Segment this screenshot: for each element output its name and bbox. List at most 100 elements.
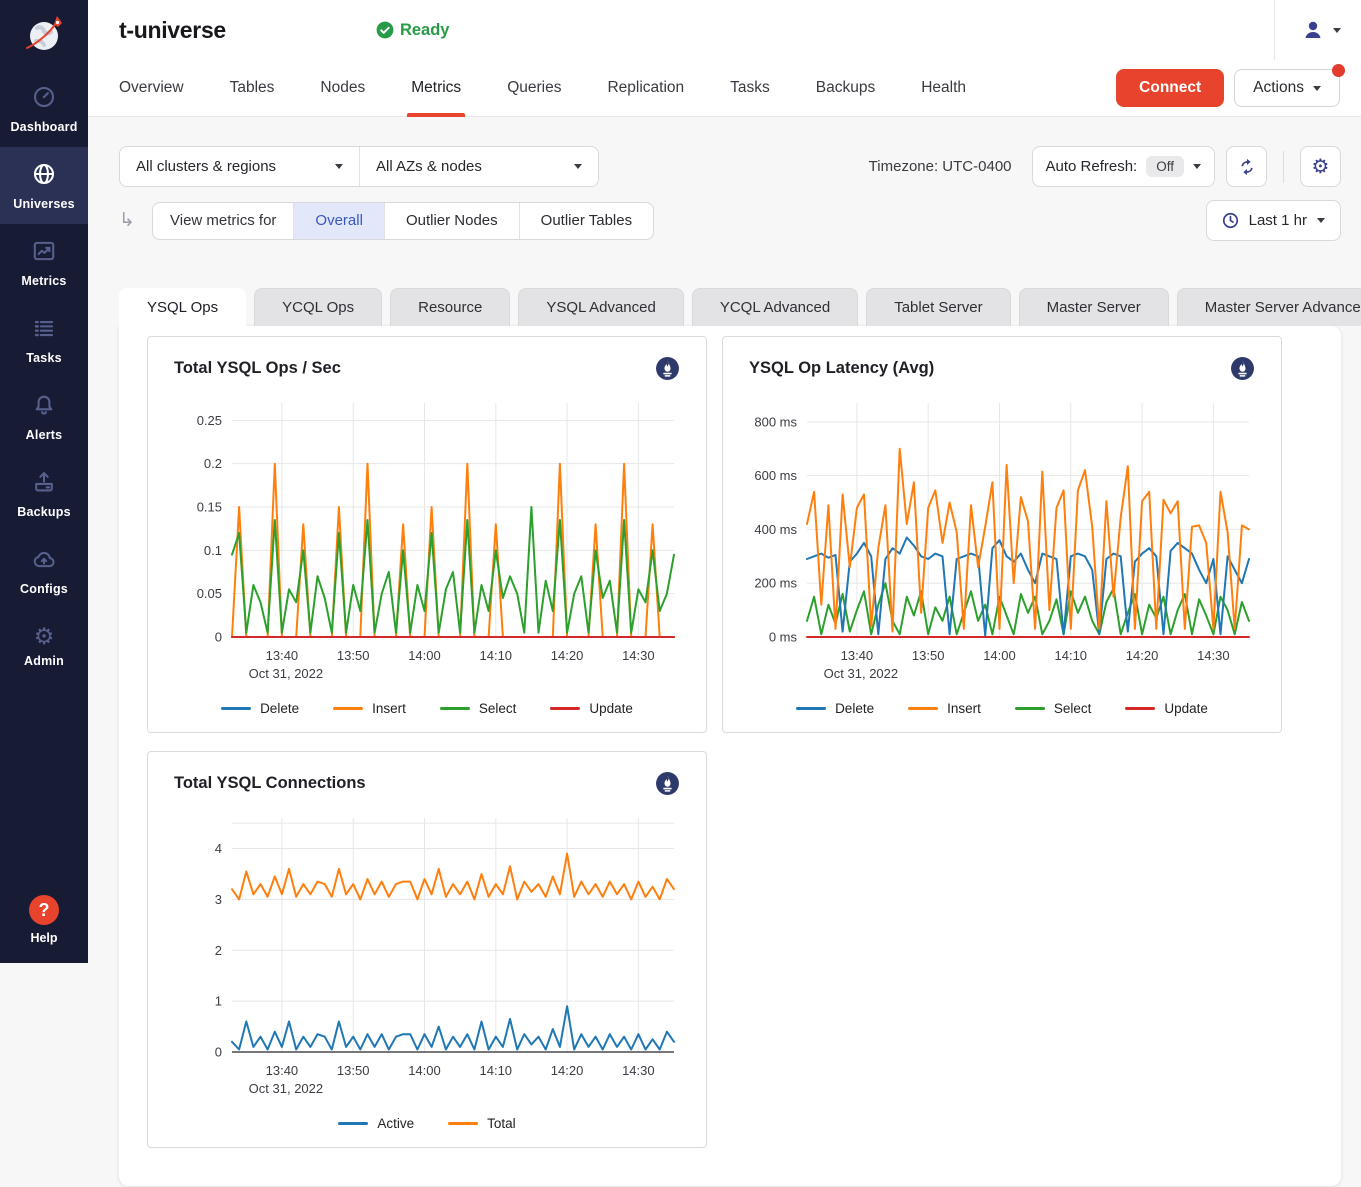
y-axis-labels: 00.050.10.150.20.25 [197, 413, 222, 645]
sidebar-item-metrics[interactable]: Metrics [0, 224, 88, 301]
app-logo[interactable] [0, 0, 88, 70]
legend-item-active[interactable]: Active [338, 1116, 414, 1131]
chevron-down-icon [1333, 28, 1341, 33]
sidebar-item-universes[interactable]: Universes [0, 147, 88, 224]
metric-tab-master-server-advanced[interactable]: Master Server Advanced [1177, 288, 1361, 326]
svg-text:0 ms: 0 ms [769, 630, 798, 645]
sidebar-item-label: Help [30, 931, 57, 945]
sidebar-item-dashboard[interactable]: Dashboard [0, 70, 88, 147]
view-metrics-group: View metrics for OverallOutlier NodesOut… [152, 202, 654, 240]
x-axis-labels: 13:40Oct 31, 202213:5014:0014:1014:2014:… [824, 648, 1230, 681]
svg-text:0.05: 0.05 [197, 586, 222, 601]
view-tab-outlier-tables[interactable]: Outlier Tables [519, 203, 653, 239]
sidebar-item-label: Admin [24, 654, 64, 668]
metric-tab-ycql-advanced[interactable]: YCQL Advanced [692, 288, 858, 326]
chevron-down-icon [1193, 164, 1201, 169]
chart-card: Total YSQL Ops / Sec 00.050.10.150.20.25… [147, 336, 707, 733]
chart-legend: Delete Insert Select Update [166, 695, 688, 724]
chart-card: Total YSQL Connections 0123413:40Oct 31,… [147, 751, 707, 1148]
view-tab-outlier-nodes[interactable]: Outlier Nodes [384, 203, 519, 239]
metrics-icon [31, 238, 57, 269]
legend-item-insert[interactable]: Insert [333, 701, 406, 716]
clusters-regions-select[interactable]: All clusters & regions [120, 147, 359, 186]
x-axis-date-label: Oct 31, 2022 [824, 666, 898, 681]
prometheus-icon[interactable] [655, 356, 680, 381]
metric-tab-ycql-ops[interactable]: YCQL Ops [254, 288, 382, 326]
legend-item-insert[interactable]: Insert [908, 701, 981, 716]
nav-tab-health[interactable]: Health [921, 60, 966, 117]
auto-refresh-label: Auto Refresh: [1046, 158, 1138, 175]
legend-item-total[interactable]: Total [448, 1116, 516, 1131]
y-axis-labels: 0 ms200 ms400 ms600 ms800 ms [754, 414, 797, 644]
prometheus-icon[interactable] [655, 771, 680, 796]
sidebar-item-alerts[interactable]: Alerts [0, 378, 88, 455]
nav-tab-backups[interactable]: Backups [816, 60, 875, 117]
prometheus-icon[interactable] [1230, 356, 1255, 381]
title-bar: t-universe Ready [88, 0, 1361, 60]
svg-text:4: 4 [215, 841, 222, 856]
refresh-button[interactable] [1226, 146, 1267, 187]
refresh-icon [1237, 157, 1257, 177]
nav-tab-tasks[interactable]: Tasks [730, 60, 770, 117]
azs-nodes-value: All AZs & nodes [376, 158, 482, 175]
tasks-icon [31, 315, 57, 346]
svg-text:14:10: 14:10 [1055, 648, 1088, 663]
svg-text:13:50: 13:50 [337, 1063, 370, 1078]
nav-tab-replication[interactable]: Replication [607, 60, 684, 117]
nav-tab-tables[interactable]: Tables [230, 60, 275, 117]
settings-button[interactable]: ⚙ [1300, 146, 1341, 187]
clusters-regions-value: All clusters & regions [136, 158, 276, 175]
chevron-down-icon [574, 164, 582, 169]
sidebar-item-backups[interactable]: Backups [0, 455, 88, 532]
status-badge: Ready [376, 21, 450, 40]
auto-refresh-select[interactable]: Auto Refresh: Off [1032, 146, 1215, 187]
legend-item-select[interactable]: Select [1015, 701, 1092, 716]
nav-tab-queries[interactable]: Queries [507, 60, 561, 117]
gear-icon: ⚙ [1312, 157, 1330, 177]
legend-swatch [333, 707, 363, 710]
metrics-panel: Total YSQL Ops / Sec 00.050.10.150.20.25… [119, 326, 1341, 1186]
svg-text:0.25: 0.25 [197, 413, 222, 428]
rocket-globe-icon [21, 10, 67, 60]
legend-label: Update [1164, 701, 1208, 716]
svg-text:600 ms: 600 ms [754, 468, 797, 483]
user-menu[interactable] [1274, 0, 1341, 60]
nav-tab-nodes[interactable]: Nodes [320, 60, 365, 117]
x-axis-date-label: Oct 31, 2022 [249, 1081, 323, 1096]
metric-tab-ysql-advanced[interactable]: YSQL Advanced [518, 288, 684, 326]
sidebar-item-tasks[interactable]: Tasks [0, 301, 88, 378]
gridlines [232, 818, 674, 1052]
legend-item-delete[interactable]: Delete [221, 701, 299, 716]
view-tab-overall[interactable]: Overall [293, 203, 384, 239]
actions-button[interactable]: Actions [1234, 69, 1340, 107]
svg-text:0.1: 0.1 [204, 543, 222, 558]
time-range-select[interactable]: Last 1 hr [1206, 200, 1341, 241]
timezone-label: Timezone: UTC-0400 [869, 158, 1012, 175]
metric-tab-tablet-server[interactable]: Tablet Server [866, 288, 1010, 326]
chart-legend: Active Total [166, 1110, 688, 1139]
nav-tab-overview[interactable]: Overview [119, 60, 184, 117]
legend-swatch [221, 707, 251, 710]
legend-swatch [1125, 707, 1155, 710]
metric-tab-resource[interactable]: Resource [390, 288, 510, 326]
series-total-line [232, 854, 674, 900]
legend-item-update[interactable]: Update [550, 701, 633, 716]
metric-tab-ysql-ops[interactable]: YSQL Ops [119, 288, 246, 326]
svg-text:0: 0 [215, 1045, 222, 1060]
sidebar-item-configs[interactable]: Configs [0, 532, 88, 609]
sidebar-item-help[interactable]: ? Help [0, 895, 88, 945]
legend-item-delete[interactable]: Delete [796, 701, 874, 716]
svg-text:2: 2 [215, 943, 222, 958]
scope-filter-group: All clusters & regions All AZs & nodes [119, 146, 599, 187]
nav-tab-metrics[interactable]: Metrics [411, 60, 461, 117]
connect-button[interactable]: Connect [1116, 69, 1224, 107]
azs-nodes-select[interactable]: All AZs & nodes [359, 147, 598, 186]
sidebar: DashboardUniversesMetricsTasksAlertsBack… [0, 0, 88, 963]
legend-item-select[interactable]: Select [440, 701, 517, 716]
status-text: Ready [400, 21, 450, 40]
legend-item-update[interactable]: Update [1125, 701, 1208, 716]
sidebar-item-admin[interactable]: ⚙Admin [0, 609, 88, 681]
metric-tab-master-server[interactable]: Master Server [1019, 288, 1169, 326]
universes-icon [31, 161, 57, 192]
page-title: t-universe [119, 17, 226, 44]
